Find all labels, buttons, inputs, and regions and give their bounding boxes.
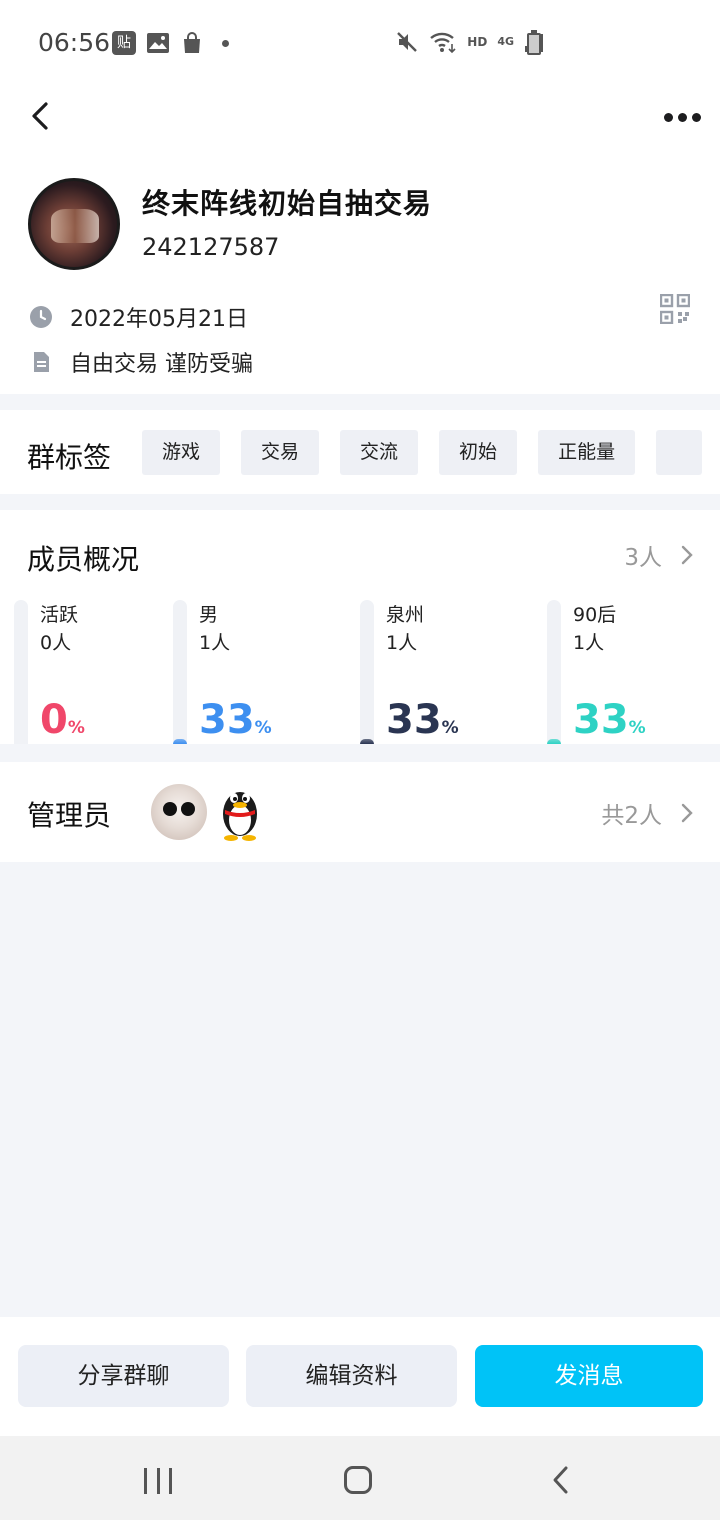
description-row: 自由交易 谨防受骗 <box>28 346 253 378</box>
tag-item-partial[interactable] <box>656 430 703 475</box>
status-bar: 06:56 贴 HD 4G <box>0 0 720 88</box>
group-id: 242127587 <box>142 233 280 261</box>
stat-active: 活跃 0人 0% <box>14 600 154 744</box>
stat-value: 0人 <box>40 632 72 654</box>
hd-indicator: HD <box>467 35 488 49</box>
group-info-card: 终末阵线初始自抽交易 242127587 2022年05月21日 自由交易 谨防… <box>0 88 720 394</box>
stat-percent-number: 33 <box>199 697 255 743</box>
admins-section[interactable]: 管理员 共2人 <box>0 762 720 862</box>
share-group-button[interactable]: 分享群聊 <box>18 1345 229 1407</box>
chevron-right-icon <box>681 803 693 823</box>
tag-item[interactable]: 交流 <box>340 430 419 475</box>
tag-item[interactable]: 初始 <box>439 430 518 475</box>
chevron-right-icon <box>681 545 693 565</box>
admin-avatar[interactable] <box>151 784 207 840</box>
qr-code-icon[interactable] <box>660 294 690 324</box>
stat-percent-unit: % <box>254 718 272 738</box>
members-count: 3人 <box>624 545 662 571</box>
status-time: 06:56 <box>38 28 111 57</box>
more-dot-icon <box>691 112 701 122</box>
tag-item[interactable]: 正能量 <box>538 430 636 475</box>
recent-apps-icon[interactable] <box>144 1468 172 1494</box>
stat-location: 泉州 1人 33% <box>360 600 500 744</box>
stat-age: 90后 1人 33% <box>547 600 687 744</box>
group-avatar[interactable] <box>28 178 120 270</box>
edit-profile-button[interactable]: 编辑资料 <box>246 1345 457 1407</box>
stat-percent: 33% <box>573 698 646 750</box>
stat-value: 1人 <box>573 632 605 654</box>
send-message-button[interactable]: 发消息 <box>475 1345 703 1407</box>
tags-section-title: 群标签 <box>27 441 112 474</box>
group-description: 自由交易 谨防受骗 <box>70 352 253 377</box>
stat-percent: 33% <box>386 698 459 750</box>
stat-label: 90后 <box>573 604 617 626</box>
back-nav-icon[interactable] <box>546 1464 576 1496</box>
bottom-action-bar: 分享群聊 编辑资料 发消息 <box>0 1317 720 1436</box>
home-icon[interactable] <box>344 1466 372 1494</box>
admins-count: 共2人 <box>601 803 662 829</box>
avatar-eye <box>181 802 195 816</box>
admins-count-link[interactable]: 共2人 <box>601 796 694 830</box>
system-navigation-bar <box>0 1436 720 1520</box>
gallery-icon <box>147 33 169 53</box>
avatar-eye <box>163 802 177 816</box>
stat-percent-unit: % <box>628 718 646 738</box>
stat-bar <box>360 600 374 744</box>
penguin-avatar-icon[interactable] <box>214 782 266 842</box>
stat-label: 泉州 <box>386 604 425 626</box>
wifi-icon <box>430 32 456 54</box>
stat-value: 1人 <box>386 632 418 654</box>
members-overview-section: 成员概况 3人 活跃 0人 0% 男 1人 33% 泉州 1人 33% 90后 … <box>0 510 720 744</box>
document-icon <box>34 352 49 372</box>
mute-icon <box>397 32 418 52</box>
stat-percent-unit: % <box>441 718 459 738</box>
members-count-link[interactable]: 3人 <box>624 538 694 572</box>
stat-label: 男 <box>199 604 219 626</box>
more-options-button[interactable] <box>660 102 704 132</box>
stat-bar-fill <box>360 739 374 744</box>
4g-indicator: 4G <box>497 35 514 48</box>
clock-icon <box>30 306 52 328</box>
stat-percent: 33% <box>199 698 272 750</box>
admins-section-title: 管理员 <box>27 799 112 832</box>
tag-list: 游戏 交易 交流 初始 正能量 <box>142 430 703 475</box>
group-name: 终末阵线初始自抽交易 <box>142 187 433 220</box>
more-dot-icon <box>677 112 687 122</box>
stat-bar-fill <box>173 739 187 744</box>
stat-bar-fill <box>547 739 561 744</box>
battery-icon <box>527 30 541 55</box>
stat-label: 活跃 <box>40 604 79 626</box>
stat-bar <box>173 600 187 744</box>
created-date-row: 2022年05月21日 <box>28 301 248 333</box>
shopping-bag-icon <box>184 32 200 53</box>
stat-bar <box>547 600 561 744</box>
more-dot-icon <box>663 112 673 122</box>
stat-percent-unit: % <box>67 718 85 738</box>
chevron-left-icon <box>32 102 48 130</box>
more-notifications-dot-icon <box>222 39 229 47</box>
stat-percent-number: 33 <box>573 697 629 743</box>
members-section-title: 成员概况 <box>27 543 140 576</box>
stat-percent-number: 0 <box>40 697 68 743</box>
group-tags-section: 群标签 游戏 交易 交流 初始 正能量 <box>0 410 720 494</box>
stat-bar <box>14 600 28 744</box>
created-date: 2022年05月21日 <box>70 307 248 332</box>
stat-percent-number: 33 <box>386 697 442 743</box>
back-button[interactable] <box>22 96 62 136</box>
stat-percent: 0% <box>40 698 85 750</box>
tag-item[interactable]: 交易 <box>241 430 320 475</box>
notification-badge-icon: 贴 <box>112 31 136 55</box>
stat-value: 1人 <box>199 632 231 654</box>
stat-gender: 男 1人 33% <box>173 600 313 744</box>
tag-item[interactable]: 游戏 <box>142 430 221 475</box>
